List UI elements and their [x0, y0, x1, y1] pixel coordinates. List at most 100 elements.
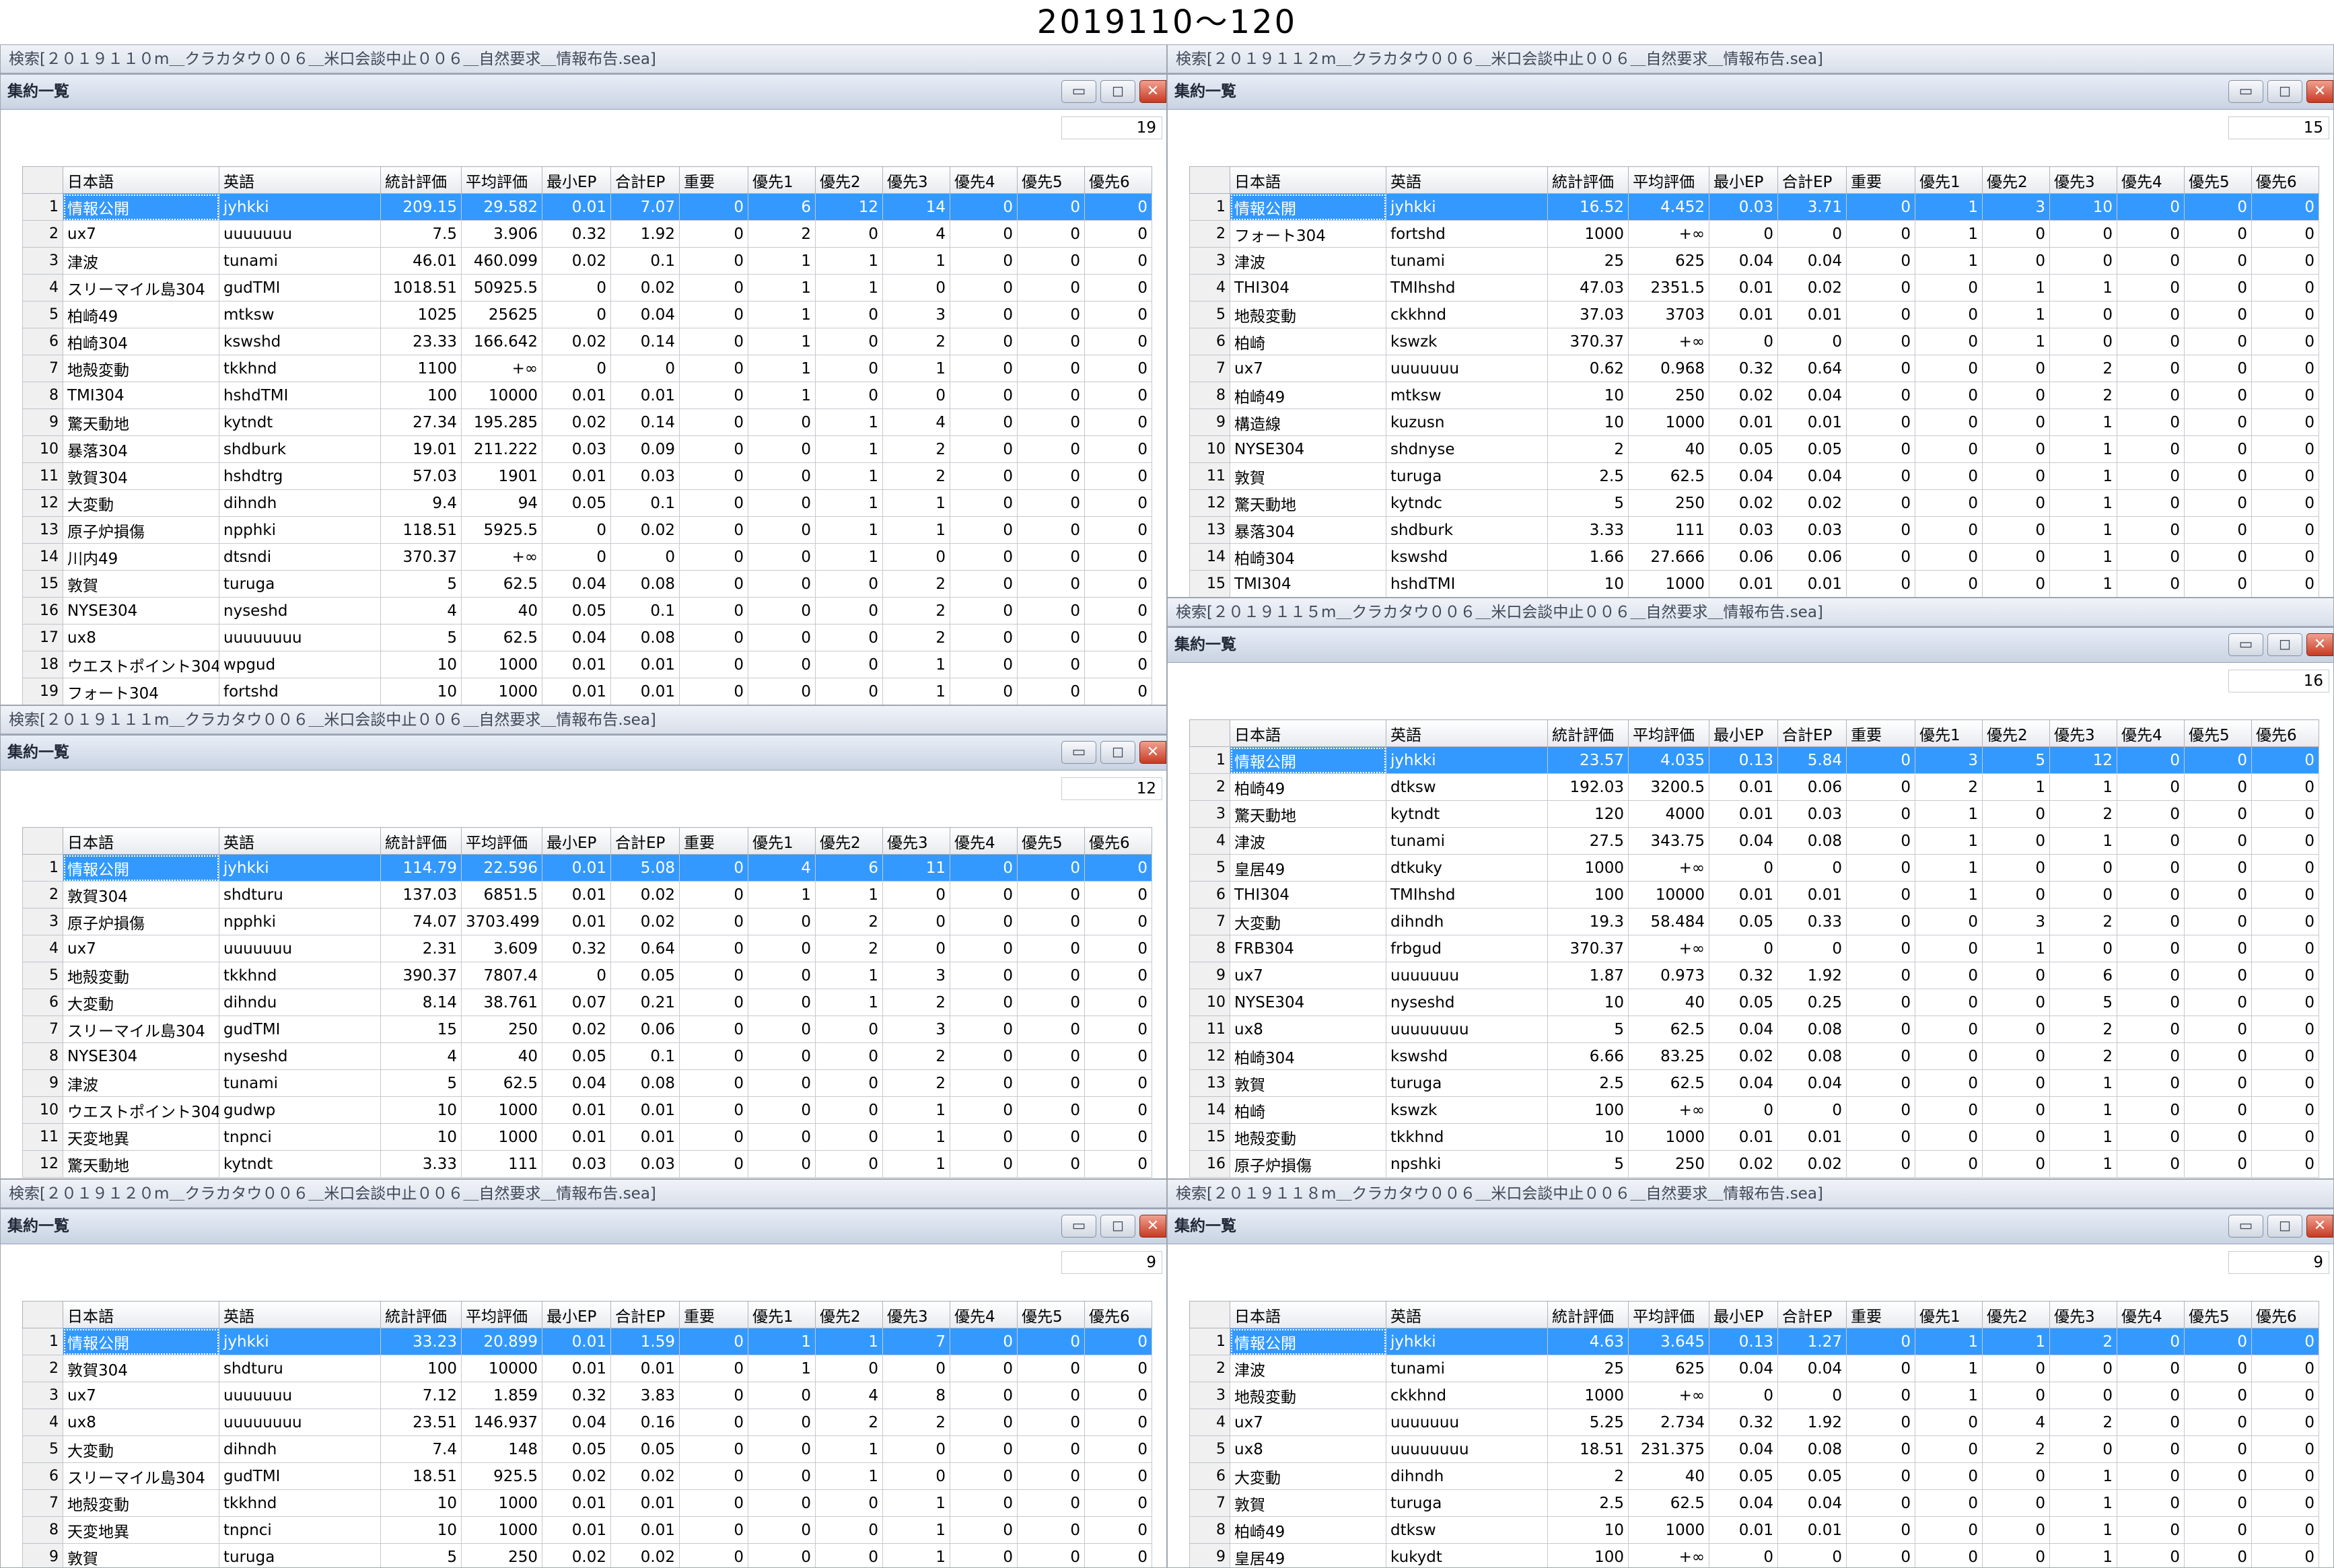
cell-value[interactable]: 0	[748, 1462, 816, 1490]
cell-value[interactable]: 62.5	[1628, 1489, 1709, 1517]
cell-value[interactable]: 0	[1017, 1435, 1085, 1463]
column-header[interactable]: 優先3	[2049, 166, 2117, 194]
cell-japanese[interactable]: 地殻変動	[1230, 1382, 1386, 1409]
cell-value[interactable]: 100	[1547, 1543, 1629, 1567]
cell-value[interactable]: 1	[2049, 827, 2117, 855]
cell-value[interactable]: 1	[815, 274, 883, 301]
cell-english[interactable]: uuuuuuuu	[219, 624, 381, 651]
table-row[interactable]: 4 津波 tunami 27.5 343.75 0.04 0.08 0 1 0 1 0 0 0	[1189, 827, 2319, 855]
cell-value[interactable]: 4	[380, 597, 462, 625]
cell-value[interactable]: 23.57	[1547, 746, 1629, 774]
cell-value[interactable]: 0.01	[610, 1123, 680, 1151]
table-row[interactable]: 11 敦賀304 hshdtrg 57.03 1901 0.01 0.03 0 0 1 2 0 0 0	[22, 462, 1152, 490]
cell-value[interactable]: 3.33	[380, 1150, 462, 1178]
cell-value[interactable]: 0.01	[542, 1516, 611, 1544]
cell-english[interactable]: frbgud	[1386, 935, 1548, 962]
cell-value[interactable]: 0	[950, 989, 1018, 1016]
cell-english[interactable]: fortshd	[219, 678, 381, 705]
cell-value[interactable]: 3.83	[610, 1382, 680, 1409]
cell-value[interactable]: 0	[679, 462, 748, 490]
column-header[interactable]: 優先6	[2251, 1301, 2319, 1328]
cell-value[interactable]: 0	[1017, 597, 1085, 625]
cell-value[interactable]: 0	[1709, 220, 1778, 248]
cell-value[interactable]: 0	[2184, 1123, 2252, 1151]
cell-value[interactable]: 0	[1777, 935, 1847, 962]
cell-english[interactable]: gudTMI	[219, 1015, 381, 1043]
cell-value[interactable]: 0	[1915, 301, 1983, 328]
cell-english[interactable]: dihndu	[219, 989, 381, 1016]
cell-japanese[interactable]: ux8	[1230, 1435, 1386, 1463]
cell-value[interactable]: 0	[1017, 193, 1085, 221]
cell-value[interactable]: 0	[1084, 989, 1152, 1016]
table-row[interactable]: 15 地殻変動 tkkhnd 10 1000 0.01 0.01 0 0 0 1 0 0 0	[1189, 1123, 2319, 1151]
cell-value[interactable]: 1	[815, 989, 883, 1016]
cell-value[interactable]: 0	[950, 1462, 1018, 1490]
cell-value[interactable]: 0	[748, 1096, 816, 1124]
cell-value[interactable]: +∞	[1628, 935, 1709, 962]
cell-value[interactable]: 0	[2184, 355, 2252, 382]
cell-value[interactable]: 0	[815, 355, 883, 382]
cell-value[interactable]: 0	[1846, 570, 1915, 597]
cell-english[interactable]: hshdtrg	[219, 462, 381, 490]
cell-value[interactable]: 0	[2251, 247, 2319, 275]
cell-value[interactable]: 0	[1017, 1015, 1085, 1043]
cell-japanese[interactable]: 地殻変動	[1230, 301, 1386, 328]
cell-value[interactable]: 0	[2184, 989, 2252, 1016]
cell-value[interactable]: 0	[2049, 1382, 2117, 1409]
cell-value[interactable]: 0	[2117, 301, 2185, 328]
cell-value[interactable]: 0.02	[542, 408, 611, 436]
cell-value[interactable]: 148	[461, 1435, 542, 1463]
cell-value[interactable]: 0	[2251, 220, 2319, 248]
close-button[interactable]: ✕	[2306, 80, 2333, 103]
cell-value[interactable]: 0.01	[1777, 408, 1847, 436]
cell-japanese[interactable]: 柏崎304	[63, 328, 219, 355]
cell-value[interactable]: 370.37	[380, 543, 462, 571]
cell-value[interactable]: 3.33	[1547, 516, 1629, 544]
column-header[interactable]: 英語	[219, 166, 381, 194]
column-header[interactable]: 平均評価	[1628, 719, 1709, 747]
cell-japanese[interactable]: スリーマイル島304	[63, 274, 219, 301]
cell-value[interactable]: 0	[950, 543, 1018, 571]
table-row[interactable]: 6 大変動 dihndh 2 40 0.05 0.05 0 0 0 1 0 0 0	[1189, 1462, 2319, 1490]
cell-value[interactable]: 1	[748, 328, 816, 355]
cell-value[interactable]: 0	[1915, 1489, 1983, 1517]
cell-value[interactable]: 0	[1982, 1462, 2050, 1490]
cell-english[interactable]: shdturu	[219, 1355, 381, 1382]
cell-value[interactable]: 0	[1084, 854, 1152, 882]
cell-value[interactable]: 27.666	[1628, 543, 1709, 571]
cell-value[interactable]: 0.02	[610, 1462, 680, 1490]
cell-japanese[interactable]: NYSE304	[1230, 435, 1386, 463]
table-row[interactable]: 8 TMI304 hshdTMI 100 10000 0.01 0.01 0 1 0 0 0 0 0	[22, 382, 1152, 409]
cell-value[interactable]: 0.04	[1709, 462, 1778, 490]
cell-value[interactable]: 0.03	[542, 1150, 611, 1178]
cell-value[interactable]: 4	[380, 1042, 462, 1070]
cell-value[interactable]: 0	[815, 328, 883, 355]
cell-value[interactable]: 0	[2117, 854, 2185, 882]
cell-english[interactable]: tkkhnd	[1386, 1123, 1548, 1151]
cell-value[interactable]: 46.01	[380, 247, 462, 275]
cell-japanese[interactable]: THI304	[1230, 274, 1386, 301]
table-row[interactable]: 6 THI304 TMIhshd 100 10000 0.01 0.01 0 1 0 0 0 0 0	[1189, 881, 2319, 908]
cell-value[interactable]: 7.4	[380, 1435, 462, 1463]
cell-value[interactable]: 2	[748, 220, 816, 248]
cell-value[interactable]: 10	[1547, 1123, 1629, 1151]
cell-value[interactable]: 1.92	[1777, 1409, 1847, 1436]
cell-value[interactable]: 0	[1982, 1042, 2050, 1070]
cell-value[interactable]: 0	[815, 220, 883, 248]
cell-value[interactable]: 0	[679, 1069, 748, 1097]
cell-value[interactable]: 0.04	[1709, 1015, 1778, 1043]
cell-value[interactable]: 0.02	[610, 1543, 680, 1567]
cell-value[interactable]: 2	[815, 908, 883, 935]
cell-value[interactable]: 0	[1982, 220, 2050, 248]
cell-value[interactable]: 0	[1017, 355, 1085, 382]
cell-english[interactable]: dihndh	[219, 489, 381, 517]
cell-value[interactable]: 0	[2184, 328, 2252, 355]
cell-japanese[interactable]: 柏崎	[1230, 1096, 1386, 1124]
table-row[interactable]: 7 大変動 dihndh 19.3 58.484 0.05 0.33 0 0 3 2 0 0 0	[1189, 908, 2319, 935]
cell-value[interactable]: 0	[2251, 1489, 2319, 1517]
cell-value[interactable]: 4.63	[1547, 1328, 1629, 1355]
cell-value[interactable]: 0	[679, 1516, 748, 1544]
cell-value[interactable]: 0.02	[542, 1462, 611, 1490]
cell-value[interactable]: 0	[1915, 1435, 1983, 1463]
cell-value[interactable]: 0.05	[610, 1435, 680, 1463]
